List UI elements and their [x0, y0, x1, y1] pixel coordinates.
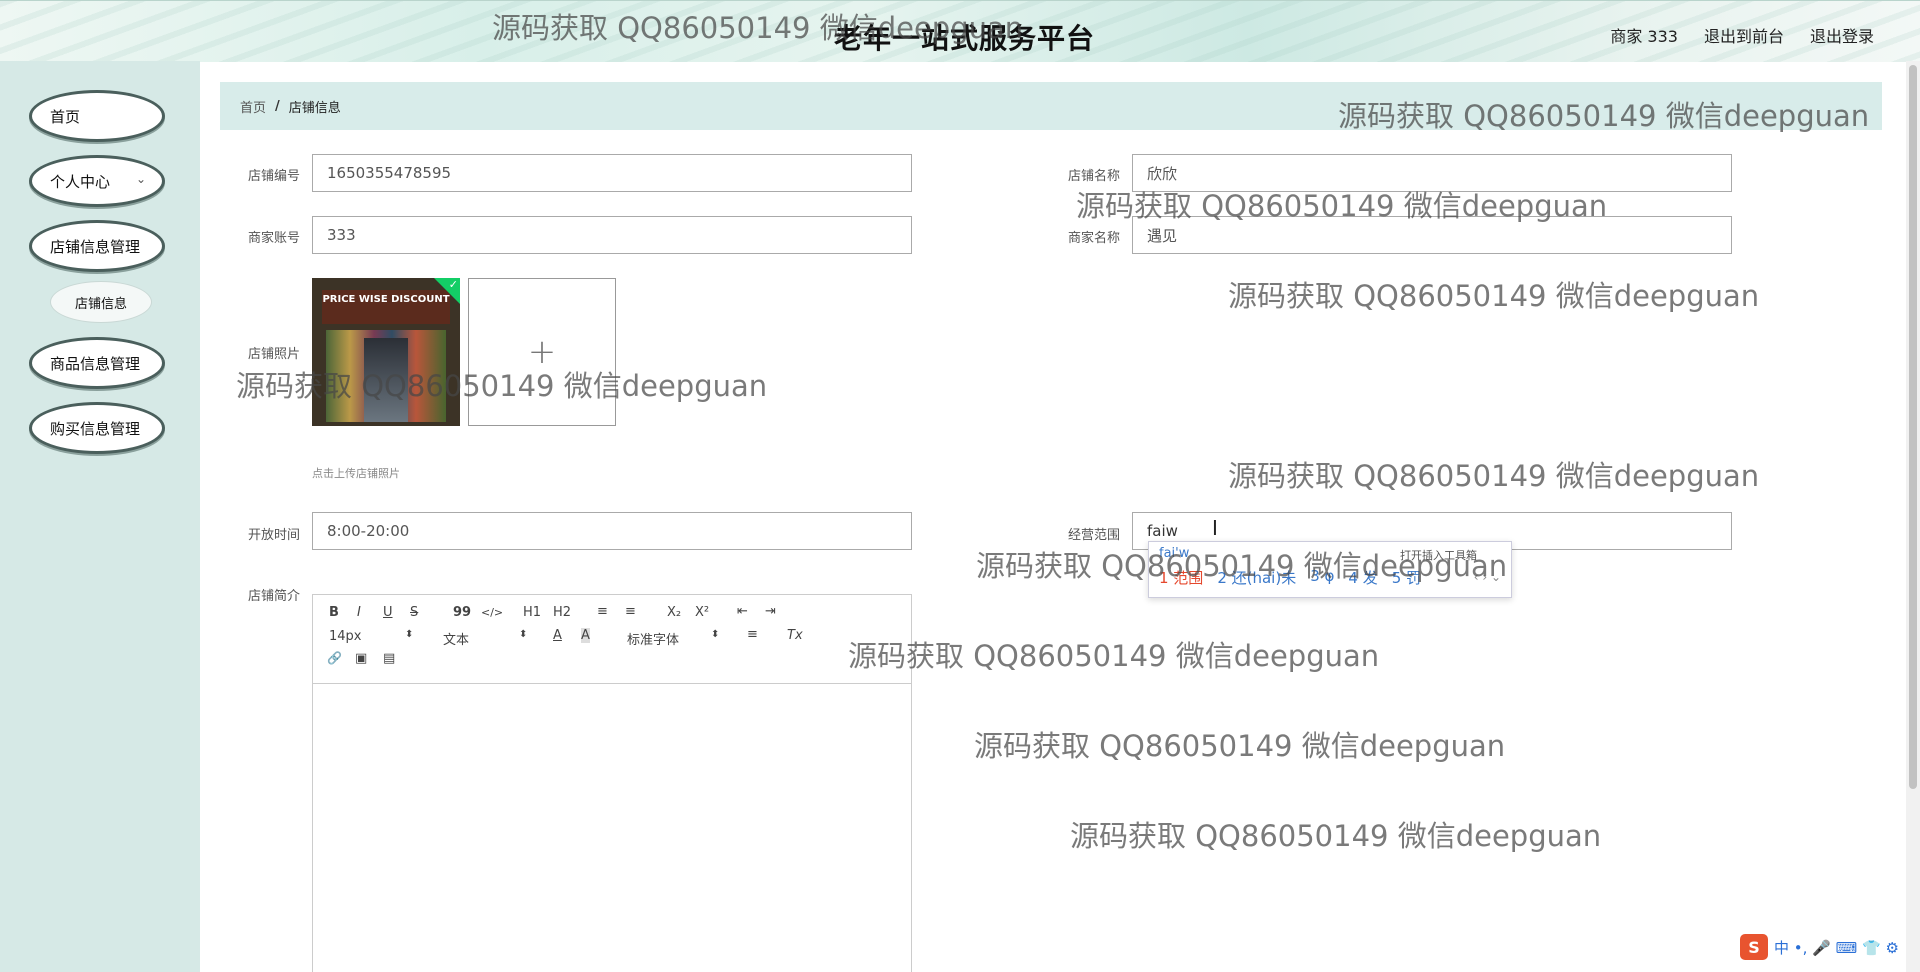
merchant-account-label: 商家账号 — [247, 231, 300, 246]
font-color-button[interactable]: A — [553, 628, 562, 643]
align-button[interactable]: ≡ — [747, 627, 758, 642]
sidebar-subitem-shop-info[interactable]: 店铺信息 — [50, 281, 152, 323]
shop-photo[interactable]: PRICE WISE DISCOUNT ✓ — [312, 278, 460, 426]
scrollbar-thumb[interactable] — [1909, 65, 1917, 789]
underline-button[interactable]: U — [383, 605, 393, 620]
background-color-button[interactable]: A — [581, 628, 590, 643]
ime-composition: fai'w — [1159, 546, 1190, 561]
site-title: 老年一站式服务平台 — [834, 22, 1096, 55]
watermark: 源码获取 QQ86050149 微信deepguan — [1070, 819, 1602, 853]
ime-candidate[interactable]: 5 罚 — [1392, 567, 1421, 588]
photo-label: 店铺照片 — [247, 347, 300, 362]
upload-hint: 点击上传店铺照片 — [312, 467, 400, 480]
user-label: 商家 333 — [1610, 27, 1678, 46]
hours-label: 开放时间 — [247, 528, 300, 543]
editor-toolbar: B I U S 99 </> H1 H2 ≡ ≡ X₂ X² ⇤ ⇥ 14px … — [313, 595, 911, 684]
quote-button[interactable]: 99 — [453, 605, 471, 620]
top-header: 老年一站式服务平台 商家 333 退出到前台 退出登录 — [0, 0, 1920, 62]
sidebar: 首页 个人中心 ⌄ 店铺信息管理 店铺信息 商品信息管理 购买信息管理 — [0, 61, 200, 972]
sidebar-item-label: 店铺信息 — [74, 296, 127, 312]
merchant-account-field[interactable]: 333 — [312, 216, 912, 254]
italic-button[interactable]: I — [357, 605, 361, 620]
plus-icon: + — [527, 332, 557, 372]
breadcrumb-home[interactable]: 首页 — [240, 97, 266, 116]
upload-button[interactable]: + — [468, 278, 616, 426]
watermark: 源码获取 QQ86050149 微信deepguan — [1228, 279, 1760, 313]
merchant-name-field[interactable]: 遇见 — [1132, 216, 1732, 254]
text-cursor-icon: I — [1212, 516, 1218, 540]
video-icon[interactable]: ▤ — [383, 651, 395, 666]
h2-button[interactable]: H2 — [553, 605, 571, 620]
watermark: 源码获取 QQ86050149 微信deepguan — [974, 729, 1506, 763]
photo-sign: PRICE WISE DISCOUNT — [322, 290, 450, 324]
watermark: 源码获取 QQ86050149 微信deepguan — [848, 639, 1380, 673]
breadcrumb-current: 店铺信息 — [288, 100, 341, 116]
ime-candidates: 1 范围 2 还(hai)未 3 φ 4 发 5 罚 — [1159, 567, 1421, 588]
strike-button[interactable]: S — [410, 605, 418, 620]
sidebar-item-profile[interactable]: 个人中心 ⌄ — [29, 155, 165, 207]
user-nav: 商家 333 退出到前台 退出登录 — [1610, 23, 1874, 47]
photo-door — [364, 338, 408, 422]
sidebar-item-label: 商品信息管理 — [50, 354, 141, 373]
outdent-button[interactable]: ⇤ — [737, 604, 748, 619]
ime-candidate-popup: fai'w 打开插入工具箱 1 范围 2 还(hai)未 3 φ 4 发 5 罚… — [1148, 541, 1512, 598]
bullet-list-button[interactable]: ≡ — [625, 604, 636, 619]
clear-format-button[interactable]: Tx — [787, 628, 803, 643]
sidebar-item-product-management[interactable]: 商品信息管理 — [29, 337, 165, 389]
subscript-button[interactable]: X₂ — [667, 605, 681, 620]
ime-candidate[interactable]: 4 发 — [1348, 567, 1377, 588]
superscript-button[interactable]: X² — [695, 605, 709, 620]
shop-no-label: 店铺编号 — [247, 169, 300, 184]
ime-page-nav[interactable]: ‹ › ⌄ — [1474, 570, 1501, 584]
chevron-updown-icon: ⬍ — [405, 629, 414, 640]
shop-name-field[interactable]: 欣欣 — [1132, 154, 1732, 192]
indent-button[interactable]: ⇥ — [765, 604, 776, 619]
code-button[interactable]: </> — [481, 606, 503, 619]
ime-candidate[interactable]: 3 φ — [1310, 567, 1334, 588]
shop-no-field[interactable]: 1650355478595 — [312, 154, 912, 192]
breadcrumb: 首页 / 店铺信息 — [220, 82, 1882, 130]
upload-success-icon: ✓ — [434, 278, 460, 304]
tray-tools: 中 •, 🎤 ⌨ 👕 ⚙ — [1774, 938, 1899, 957]
image-icon[interactable]: ▣ — [355, 651, 367, 666]
vertical-scrollbar[interactable] — [1906, 61, 1920, 972]
rich-text-editor[interactable]: B I U S 99 </> H1 H2 ≡ ≡ X₂ X² ⇤ ⇥ 14px … — [312, 594, 912, 972]
to-front-link[interactable]: 退出到前台 — [1704, 23, 1784, 47]
scope-label: 经营范围 — [1067, 528, 1120, 543]
ime-candidate[interactable]: 1 范围 — [1159, 567, 1203, 588]
ordered-list-button[interactable]: ≡ — [597, 604, 608, 619]
intro-label: 店铺简介 — [247, 589, 300, 604]
sidebar-item-home[interactable]: 首页 — [29, 90, 165, 142]
logout-link[interactable]: 退出登录 — [1810, 23, 1874, 47]
breadcrumb-separator: / — [275, 98, 280, 114]
sidebar-item-purchase-management[interactable]: 购买信息管理 — [29, 402, 165, 454]
sidebar-item-label: 购买信息管理 — [50, 419, 141, 438]
hours-field[interactable]: 8:00-20:00 — [312, 512, 912, 550]
merchant-name-label: 商家名称 — [1067, 231, 1120, 246]
chevron-down-icon: ⌄ — [135, 172, 146, 186]
chevron-updown-icon: ⬍ — [711, 629, 720, 640]
h1-button[interactable]: H1 — [523, 605, 541, 620]
sidebar-item-shop-management[interactable]: 店铺信息管理 — [29, 220, 165, 272]
sidebar-item-label: 首页 — [50, 107, 81, 126]
font-size-select[interactable]: 14px — [329, 629, 362, 644]
link-icon[interactable]: 🔗 — [327, 651, 342, 665]
bold-button[interactable]: B — [329, 605, 339, 620]
ime-tray[interactable]: S 中 •, 🎤 ⌨ 👕 ⚙ — [1740, 934, 1899, 960]
watermark: 源码获取 QQ86050149 微信deepguan — [1228, 459, 1760, 493]
ime-toolbox-link[interactable]: 打开插入工具箱 — [1400, 547, 1477, 563]
font-family-select[interactable]: 标准字体 — [627, 629, 679, 648]
chevron-updown-icon: ⬍ — [519, 629, 528, 640]
sidebar-item-label: 个人中心 — [50, 172, 111, 191]
format-select[interactable]: 文本 — [443, 629, 469, 648]
sogou-logo-icon: S — [1740, 934, 1768, 960]
shop-name-label: 店铺名称 — [1067, 169, 1120, 184]
sidebar-item-label: 店铺信息管理 — [50, 237, 141, 256]
ime-candidate[interactable]: 2 还(hai)未 — [1217, 567, 1296, 588]
